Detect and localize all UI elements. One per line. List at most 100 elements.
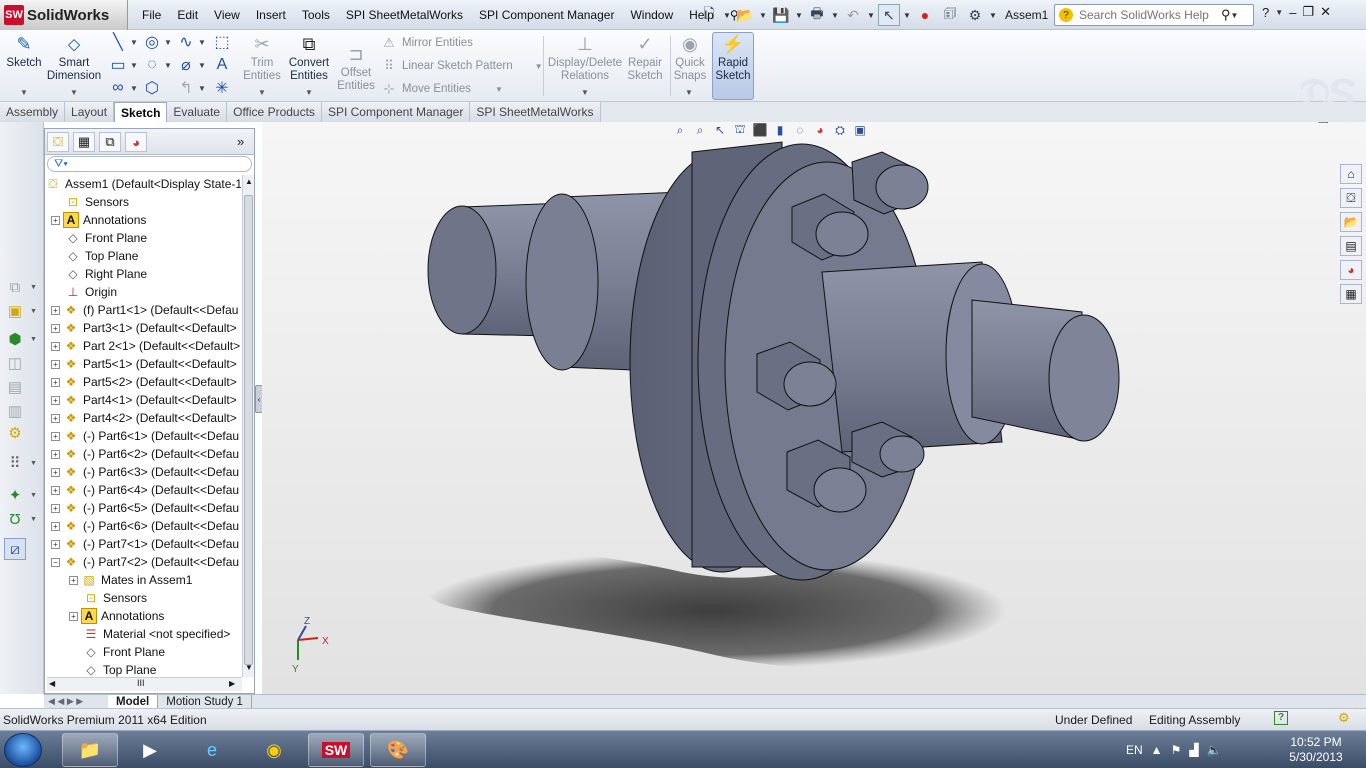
tree-subitem-top-plane[interactable]: ◇ Top Plane xyxy=(83,661,156,677)
tree-item-origin[interactable]: ⊥ Origin xyxy=(65,283,117,301)
close-icon[interactable]: ✕ xyxy=(1320,4,1331,20)
convert-entities-button[interactable]: ⧉ Convert Entities xyxy=(286,32,332,83)
save-icon[interactable]: 💾 xyxy=(770,4,792,26)
tree-item-part-expanded[interactable]: − ❖ (-) Part7<2> (Default<<Defau xyxy=(51,553,239,571)
bom-dropdown-arrow[interactable]: ▼ xyxy=(30,516,37,523)
tab-spi-sheetmetalworks[interactable]: SPI SheetMetalWorks xyxy=(470,102,601,122)
restore-icon[interactable]: ❐ xyxy=(1302,4,1314,20)
expand-toggle[interactable]: + xyxy=(69,575,78,585)
tree-subitem-mates[interactable]: + ▧ Mates in Assem1 xyxy=(69,571,192,589)
mirror-entities-button[interactable]: ⚠ Mirror Entities xyxy=(380,33,473,53)
convert-dropdown-arrow[interactable]: ▼ xyxy=(305,88,313,97)
menu-spi-sheetmetalworks[interactable]: SPI SheetMetalWorks xyxy=(338,8,471,22)
menu-window[interactable]: Window xyxy=(622,8,681,22)
new-document-icon[interactable]: 🗋 xyxy=(698,4,720,26)
tree-item-part[interactable]: + ❖ (-) Part6<3> (Default<<Defau xyxy=(51,463,239,481)
offset-entities-button[interactable]: ⊐ Offset Entities xyxy=(334,42,378,93)
mate-dropdown-arrow[interactable]: ▼ xyxy=(30,308,37,315)
section-view-icon[interactable]: ⛫ xyxy=(732,122,748,138)
tree-item-part[interactable]: + ❖ Part5<1> (Default<<Default> xyxy=(51,355,237,373)
tab-sketch[interactable]: Sketch xyxy=(114,102,168,122)
zoom-to-fit-icon[interactable]: ⌕ xyxy=(672,122,688,138)
menu-view[interactable]: View xyxy=(206,8,248,22)
options-dropdown-arrow[interactable]: ▼ xyxy=(989,11,997,20)
display-delete-relations-button[interactable]: ⊥ Display/Delete Relations xyxy=(548,32,622,83)
previous-view-icon[interactable]: ↖ xyxy=(712,122,728,138)
slot-dropdown-arrow[interactable]: ▼ xyxy=(130,84,138,93)
help-dropdown-arrow[interactable]: ▼ xyxy=(1275,8,1283,17)
custom-properties-icon[interactable]: ▦ xyxy=(1340,284,1362,304)
tree-item-part[interactable]: + ❖ Part5<2> (Default<<Default> xyxy=(51,373,237,391)
tree-vertical-scrollbar[interactable]: ▲ ▼ xyxy=(242,175,254,677)
tree-item-part[interactable]: + ❖ (-) Part6<2> (Default<<Defau xyxy=(51,445,239,463)
file-properties-icon[interactable]: 🗊 xyxy=(939,4,961,26)
expand-toggle[interactable]: + xyxy=(51,395,60,405)
polygon-icon[interactable]: ⬡ xyxy=(142,78,162,98)
scroll-down-arrow[interactable]: ▼ xyxy=(245,663,253,672)
configuration-manager-tab-icon[interactable]: ⧉ xyxy=(99,132,121,152)
view-orientation-icon[interactable]: ⬛ xyxy=(752,122,768,138)
expand-tabs-chevron-icon[interactable]: » xyxy=(237,134,244,149)
tree-item-part[interactable]: + ❖ Part4<2> (Default<<Default> xyxy=(51,409,237,427)
hide-show-items-icon[interactable]: ◌ xyxy=(792,122,808,138)
fillet-dropdown-arrow[interactable]: ▼ xyxy=(198,61,206,70)
repair-sketch-button[interactable]: ✓ Repair Sketch xyxy=(624,32,666,83)
tree-item-annotations[interactable]: + A Annotations xyxy=(51,211,146,229)
point-icon[interactable]: ✳ xyxy=(212,78,232,98)
scroll-left-arrow[interactable]: ◀ xyxy=(49,679,55,688)
quick-snaps-button[interactable]: ◉ Quick Snaps xyxy=(672,32,708,83)
graphics-viewport[interactable]: X Y Z ⌕ ⌕ ↖ ⛫ ⬛ ▮ ◌ ◕ ⛭ ▣ – ❐ ✕ ⌂ ⛋ 📂 ▤ … xyxy=(262,122,1366,694)
menu-file[interactable]: File xyxy=(134,8,169,22)
tree-item-part[interactable]: + ❖ (-) Part6<1> (Default<<Defau xyxy=(51,427,239,445)
collapse-toggle[interactable]: − xyxy=(51,557,60,567)
expand-toggle[interactable]: + xyxy=(51,539,60,549)
scroll-up-arrow[interactable]: ▲ xyxy=(245,177,253,186)
circle-dropdown-arrow[interactable]: ▼ xyxy=(164,38,172,47)
tree-item-sensors[interactable]: ⊡ Sensors xyxy=(65,193,129,211)
move-dropdown-arrow[interactable]: ▼ xyxy=(495,85,503,94)
appearances-icon[interactable]: ◕ xyxy=(1340,260,1362,280)
show-hidden-icon[interactable]: ▥ xyxy=(4,400,26,422)
edit-appearance-icon[interactable]: ◕ xyxy=(812,122,828,138)
tab-office-products[interactable]: Office Products xyxy=(227,102,322,122)
expand-toggle[interactable]: + xyxy=(51,449,60,459)
tab-assembly[interactable]: Assembly xyxy=(0,102,66,122)
rectangle-dropdown-arrow[interactable]: ▼ xyxy=(130,61,138,70)
instant3d-icon[interactable]: ⧄ xyxy=(4,538,26,560)
open-folder-icon[interactable]: 📂 xyxy=(734,4,756,26)
internet-explorer-taskbar-icon[interactable]: e xyxy=(184,733,240,767)
rebuild-traffic-light-icon[interactable]: ● xyxy=(914,4,936,26)
tree-item-part[interactable]: + ❖ (f) Part1<1> (Default<<Defau xyxy=(51,301,238,319)
expand-toggle[interactable]: + xyxy=(51,485,60,495)
sketch-dropdown-arrow[interactable]: ▼ xyxy=(20,88,28,97)
show-hidden-icons-icon[interactable]: ▲ xyxy=(1151,743,1163,757)
reference-geometry-icon[interactable]: ⠿ xyxy=(4,452,26,474)
file-explorer-icon[interactable]: 📂 xyxy=(1340,212,1362,232)
linear-pattern-dropdown-arrow[interactable]: ▼ xyxy=(535,62,543,71)
tab-evaluate[interactable]: Evaluate xyxy=(167,102,228,122)
rebuild-status-icon[interactable]: ⚙ xyxy=(1338,710,1350,726)
tree-subitem-annotations[interactable]: + A Annotations xyxy=(69,607,164,625)
assembly-features-icon[interactable]: ⚙ xyxy=(4,422,26,444)
quick-snaps-dropdown-arrow[interactable]: ▼ xyxy=(685,88,693,97)
minimize-icon[interactable]: – xyxy=(1289,5,1296,20)
pattern-dropdown-arrow[interactable]: ▼ xyxy=(30,336,37,343)
smart-dimension-dropdown-arrow[interactable]: ▼ xyxy=(70,88,78,97)
tab-spi-component-manager[interactable]: SPI Component Manager xyxy=(321,102,471,122)
language-indicator[interactable]: EN xyxy=(1126,743,1143,757)
volume-icon[interactable]: 🔈 xyxy=(1207,743,1222,757)
tree-item-top-plane[interactable]: ◇ Top Plane xyxy=(65,247,138,265)
help-icon[interactable]: ? xyxy=(1262,5,1269,20)
tree-item-right-plane[interactable]: ◇ Right Plane xyxy=(65,265,147,283)
open-dropdown-arrow[interactable]: ▼ xyxy=(759,11,767,20)
rectangle-icon[interactable]: ▭ xyxy=(108,55,128,75)
new-motion-study-icon[interactable]: ✦ xyxy=(4,484,26,506)
tree-item-part[interactable]: + ❖ (-) Part6<5> (Default<<Defau xyxy=(51,499,239,517)
solidworks-resources-icon[interactable]: ⌂ xyxy=(1340,164,1362,184)
expand-toggle[interactable]: + xyxy=(51,215,60,225)
property-manager-tab-icon[interactable]: ▦ xyxy=(73,132,95,152)
select-cursor-icon[interactable]: ↖ xyxy=(878,4,900,26)
chrome-taskbar-icon[interactable]: ◉ xyxy=(246,733,302,767)
menu-tools[interactable]: Tools xyxy=(294,8,338,22)
select-dropdown-arrow[interactable]: ▼ xyxy=(903,11,911,20)
